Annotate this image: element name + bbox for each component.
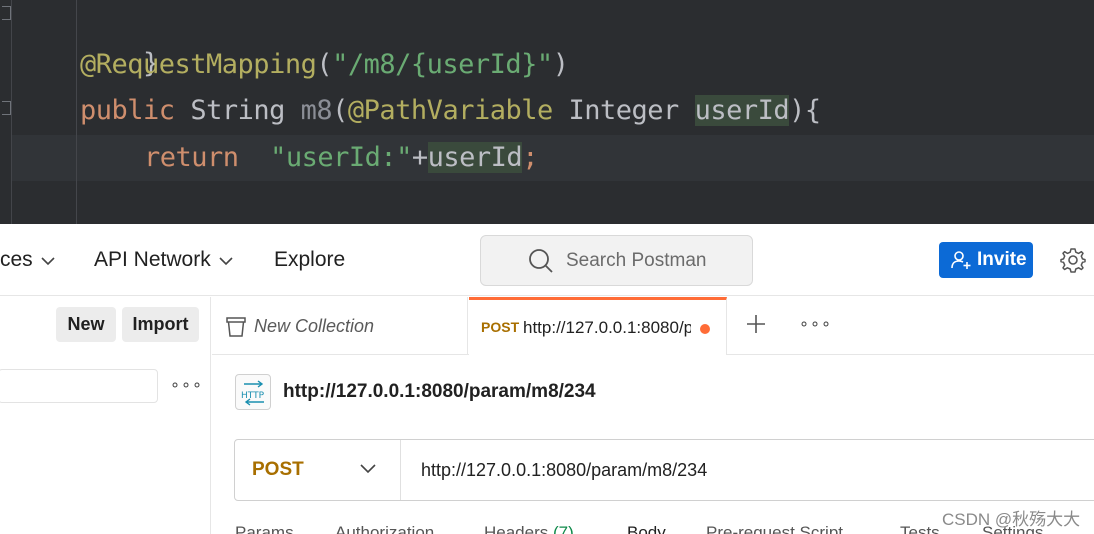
postman-header: ces API Network Explore Search Postman I…	[0, 224, 1094, 296]
code-token: ;	[522, 142, 538, 173]
add-user-icon	[951, 251, 971, 269]
chevron-down-icon	[219, 224, 233, 296]
unsaved-dot-icon	[700, 324, 710, 334]
nav-workspaces[interactable]: ces	[0, 224, 55, 296]
code-line-1[interactable]: }	[80, 0, 159, 79]
more-tabs-icon[interactable]: ∘∘∘	[799, 314, 832, 334]
url-bar: POST http://127.0.0.1:8080/param/m8/234	[234, 439, 1094, 501]
tab-new-collection-label: New Collection	[254, 316, 375, 336]
new-button[interactable]: New	[56, 307, 116, 342]
method-name-token: m8	[300, 95, 333, 126]
tab-headers-label: Headers	[484, 523, 549, 534]
sidebar-filter-input[interactable]	[0, 369, 158, 403]
new-tab-plus-icon[interactable]	[745, 313, 767, 335]
nav-workspaces-label: ces	[0, 248, 33, 271]
chevron-down-icon	[41, 224, 55, 296]
string-token: "userId:"	[270, 142, 412, 173]
nav-api-network[interactable]: API Network	[94, 224, 233, 296]
param-token: userId	[694, 95, 790, 126]
request-tab-bar: New Collection POST http://127.0.0.1:808…	[212, 297, 1094, 355]
code-token: (	[332, 95, 348, 126]
code-line-2[interactable]: @RequestMapping("/m8/{userId}")	[80, 42, 569, 88]
request-title[interactable]: http://127.0.0.1:8080/param/m8/234	[283, 356, 596, 428]
fold-marker[interactable]	[2, 101, 11, 115]
code-line-3[interactable]: public String m8(@PathVariable Integer u…	[80, 88, 821, 134]
string-token: "/m8/{userId}"	[332, 49, 553, 80]
fold-marker[interactable]	[2, 6, 11, 20]
collection-icon	[226, 317, 246, 337]
type-token: String	[190, 95, 285, 126]
url-input[interactable]: http://127.0.0.1:8080/param/m8/234	[421, 440, 707, 500]
csdn-watermark: CSDN @秋殇大大	[942, 510, 1081, 529]
http-icon: HTTP	[235, 374, 271, 410]
method-select-value: POST	[252, 459, 304, 480]
chevron-down-icon	[360, 464, 376, 474]
invite-button[interactable]: Invite	[939, 242, 1033, 278]
annotation-token: @RequestMapping	[80, 49, 317, 80]
variable-token: userId	[427, 142, 523, 173]
search-placeholder: Search Postman	[566, 250, 707, 271]
gear-icon[interactable]	[1060, 247, 1086, 273]
nav-explore[interactable]: Explore	[274, 224, 345, 296]
tab-authorization[interactable]: Authorization	[335, 523, 434, 534]
tab-new-collection[interactable]: New Collection	[212, 297, 468, 355]
tab-headers[interactable]: Headers (7)	[484, 523, 574, 534]
tab-url-label: http://127.0.0.1:8080/param/m8/234	[523, 318, 691, 337]
search-input[interactable]: Search Postman	[480, 235, 753, 286]
code-token: +	[411, 142, 428, 173]
nav-api-network-label: API Network	[94, 248, 211, 271]
svg-text:HTTP: HTTP	[241, 391, 265, 401]
tab-params[interactable]: Params	[235, 523, 294, 534]
tab-method-label: POST	[481, 319, 520, 335]
tab-pre-request-script[interactable]: Pre-request Script	[706, 523, 843, 534]
indent-guide	[76, 0, 77, 224]
tab-active-request[interactable]: POST http://127.0.0.1:8080/param/m8/234	[469, 297, 727, 355]
keyword-token: return	[144, 142, 239, 173]
headers-count-badge: (7)	[553, 523, 574, 534]
tab-body[interactable]: Body	[627, 523, 666, 534]
code-line-4[interactable]: return "userId:"+userId;	[144, 135, 538, 181]
method-select[interactable]: POST	[235, 440, 401, 500]
request-title-row: HTTP http://127.0.0.1:8080/param/m8/234	[212, 356, 1094, 428]
code-token: ){	[789, 95, 821, 126]
left-sidebar: New Import ∘∘∘	[0, 297, 211, 534]
import-button[interactable]: Import	[122, 307, 199, 342]
type-token: Integer	[568, 95, 680, 126]
keyword-token: public	[80, 95, 175, 126]
invite-label: Invite	[977, 249, 1027, 270]
more-options-icon[interactable]: ∘∘∘	[170, 375, 203, 395]
annotation-token: @PathVariable	[347, 95, 553, 126]
code-editor[interactable]: } @RequestMapping("/m8/{userId}") public…	[0, 0, 1094, 224]
code-token: (	[316, 49, 333, 80]
search-icon	[529, 249, 553, 273]
tab-tests[interactable]: Tests	[900, 523, 940, 534]
code-token: )	[552, 49, 569, 80]
